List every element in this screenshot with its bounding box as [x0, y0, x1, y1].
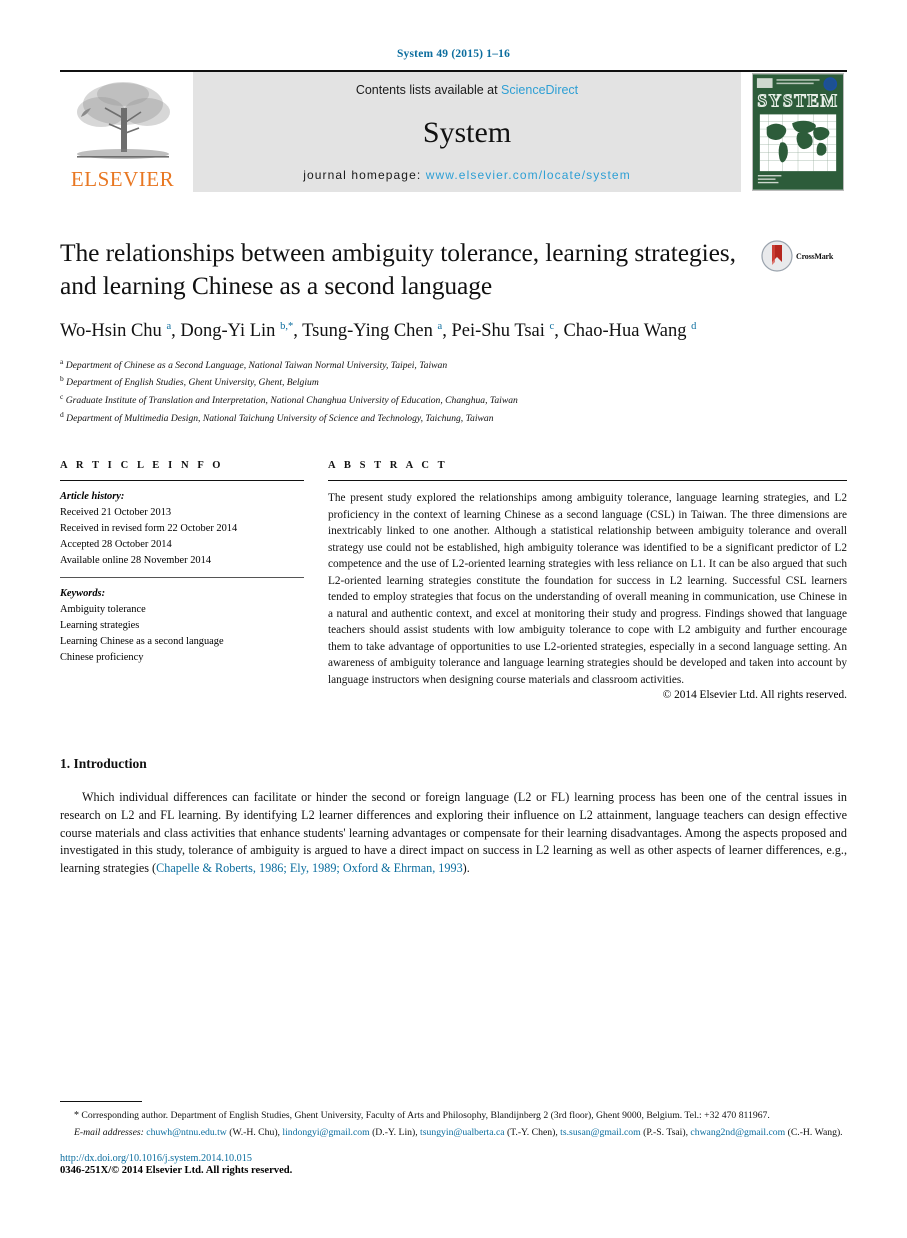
email-addresses-label: E-mail addresses:	[74, 1127, 144, 1139]
author-affiliation-marker: d	[691, 321, 697, 333]
article-info-heading: A R T I C L E I N F O	[60, 460, 224, 472]
email-addresses-note: E-mail addresses: chuwh@ntnu.edu.tw (W.-…	[60, 1126, 847, 1141]
article-history-item: Received in revised form 22 October 2014	[60, 523, 238, 535]
email-addresses-items: chuwh@ntnu.edu.tw (W.-H. Chu), lindongyi…	[146, 1127, 842, 1138]
author-name: Tsung-Ying Chen	[302, 321, 438, 342]
article-history-item: Received 21 October 2013	[60, 507, 172, 519]
elsevier-wordmark: ELSEVIER	[70, 167, 175, 191]
email-link[interactable]: lindongyi@gmail.com	[282, 1127, 369, 1138]
corresponding-author-marker: *	[74, 1109, 79, 1121]
email-link[interactable]: chwang2nd@gmail.com	[690, 1127, 785, 1138]
inline-citation-link[interactable]: Chapelle & Roberts, 1986; Ely, 1989; Oxf…	[156, 861, 463, 875]
introduction-section: 1. Introduction Which individual differe…	[60, 756, 847, 877]
author-affiliation-marker: c	[549, 321, 555, 333]
introduction-heading: 1. Introduction	[60, 756, 147, 772]
email-link[interactable]: ts.susan@gmail.com	[560, 1127, 641, 1138]
keyword-item: Learning strategies	[60, 620, 140, 632]
email-person: (W.-H. Chu),	[226, 1127, 283, 1139]
doi-link[interactable]: http://dx.doi.org/10.1016/j.system.2014.…	[60, 1153, 847, 1164]
abstract-heading: A B S T R A C T	[328, 460, 448, 472]
issn-copyright-line: 0346-251X/© 2014 Elsevier Ltd. All right…	[60, 1165, 293, 1176]
journal-masthead: ELSEVIER Contents lists available at Sci…	[60, 70, 847, 192]
article-history-item: Available online 28 November 2014	[60, 554, 212, 566]
elsevier-logo: ELSEVIER	[60, 72, 185, 192]
footnote-block: * Corresponding author. Department of En…	[60, 1100, 847, 1176]
abstract-copyright: © 2014 Elsevier Ltd. All rights reserved…	[662, 689, 847, 702]
journal-homepage-line: journal homepage: www.elsevier.com/locat…	[303, 168, 631, 182]
corresponding-author-text: Corresponding author. Department of Engl…	[81, 1109, 770, 1121]
running-head: System 49 (2015) 1–16	[396, 48, 511, 60]
keyword-item: Ambiguity tolerance	[60, 604, 146, 616]
keywords-block: Keywords: Ambiguity tolerance Learning st…	[60, 578, 304, 665]
affiliation-text: Department of English Studies, Ghent Uni…	[63, 377, 319, 389]
journal-title: System	[422, 115, 512, 149]
masthead-center: Contents lists available at ScienceDirec…	[193, 72, 741, 192]
contents-available-line: Contents lists available at ScienceDirec…	[356, 83, 578, 97]
crossmark-label: CrossMark	[796, 251, 834, 261]
email-person: (P.-S. Tsai),	[640, 1127, 691, 1139]
author-name: Chao-Hua Wang	[563, 321, 692, 342]
keyword-item: Learning Chinese as a second language	[60, 635, 224, 647]
abstract-text: The present study explored the relations…	[328, 492, 847, 686]
svg-text:SYSTEM: SYSTEM	[757, 91, 838, 111]
journal-homepage-link[interactable]: www.elsevier.com/locate/system	[426, 168, 631, 182]
keywords-label: Keywords:	[60, 588, 106, 600]
affiliation-item: a Department of Chinese as a Second Lang…	[60, 356, 847, 374]
sciencedirect-link[interactable]: ScienceDirect	[501, 83, 578, 97]
keyword-item: Chinese proficiency	[60, 651, 144, 663]
title-column: The relationships between ambiguity tole…	[60, 236, 761, 302]
journal-cover-image: SYSTEM	[752, 73, 844, 191]
abstract-column: A B S T R A C T The present study explor…	[328, 460, 847, 701]
author-list: Wo-Hsin Chu a, Dong-Yi Lin b,*, Tsung-Yi…	[60, 321, 697, 342]
author-name: Wo-Hsin Chu	[60, 321, 167, 342]
affiliation-item: c Graduate Institute of Translation and …	[60, 391, 847, 409]
article-history: Article history: Received 21 October 201…	[60, 481, 304, 568]
email-person: (D.-Y. Lin),	[369, 1127, 421, 1139]
email-link[interactable]: chuwh@ntnu.edu.tw	[146, 1127, 227, 1138]
author-affiliation-marker: a	[437, 321, 443, 333]
affiliation-text: Graduate Institute of Translation and In…	[63, 395, 518, 407]
email-link[interactable]: tsungyin@ualberta.ca	[420, 1127, 505, 1138]
corresponding-author-note: * Corresponding author. Department of En…	[60, 1108, 847, 1124]
author-affiliation-marker: b,	[280, 321, 288, 333]
affiliation-list: a Department of Chinese as a Second Lang…	[60, 356, 847, 427]
affiliation-text: Department of Chinese as a Second Langua…	[63, 359, 448, 371]
doi-block: http://dx.doi.org/10.1016/j.system.2014.…	[60, 1153, 847, 1176]
info-abstract-row: A R T I C L E I N F O Article history: R…	[60, 460, 847, 701]
intro-text-after-citation: ).	[462, 860, 470, 875]
keywords-items: Ambiguity tolerance Learning strategies Le…	[60, 602, 304, 665]
homepage-prefix: journal homepage:	[303, 168, 426, 182]
crossmark-badge[interactable]: CrossMark	[761, 236, 847, 272]
author-name: Pei-Shu Tsai	[451, 321, 550, 342]
paper-page: System 49 (2015) 1–16 ELSEVIER Contents …	[0, 0, 907, 1238]
crossmark-icon	[761, 240, 793, 272]
author-name: Dong-Yi Lin	[180, 321, 281, 342]
affiliation-item: d Department of Multimedia Design, Natio…	[60, 409, 847, 427]
email-person: (C.-H. Wang).	[785, 1127, 843, 1139]
introduction-paragraph: Which individual differences can facilit…	[60, 789, 847, 877]
author-corresponding-marker[interactable]: *	[288, 321, 293, 332]
article-info-column: A R T I C L E I N F O Article history: R…	[60, 460, 328, 665]
affiliation-text: Department of Multimedia Design, Nationa…	[63, 412, 494, 424]
article-history-items: Received 21 October 2013 Received in revi…	[60, 505, 304, 568]
footnote-divider	[60, 1100, 142, 1102]
email-person: (T.-Y. Chen),	[504, 1127, 561, 1139]
author-affiliation-marker: a	[166, 321, 172, 333]
page-title: The relationships between ambiguity tole…	[60, 238, 736, 301]
journal-cover: SYSTEM	[749, 72, 847, 192]
article-history-item: Accepted 28 October 2014	[60, 538, 172, 550]
elsevier-tree-icon	[76, 82, 170, 159]
title-area: The relationships between ambiguity tole…	[60, 236, 847, 302]
affiliation-item: b Department of English Studies, Ghent U…	[60, 373, 847, 391]
article-history-label: Article history:	[60, 491, 125, 503]
contents-prefix: Contents lists available at	[355, 83, 502, 97]
